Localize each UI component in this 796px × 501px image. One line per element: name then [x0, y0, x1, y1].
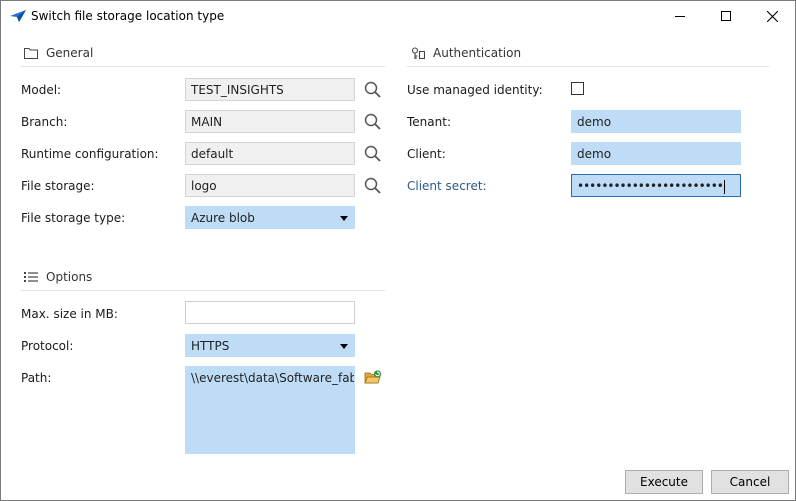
- authentication-heading: Authentication: [433, 46, 522, 60]
- options-section-header: Options: [24, 270, 92, 284]
- browse-folder-icon[interactable]: [364, 369, 382, 385]
- tenant-label: Tenant:: [407, 115, 451, 129]
- protocol-value: HTTPS: [191, 339, 230, 353]
- path-label: Path:: [21, 371, 52, 385]
- execute-button[interactable]: Execute: [625, 470, 703, 494]
- chevron-down-icon: [340, 216, 348, 221]
- branch-label: Branch:: [21, 115, 68, 129]
- path-textarea[interactable]: \\everest\data\Software_fabriek: [185, 366, 355, 454]
- max-size-label: Max. size in MB:: [21, 307, 118, 321]
- minimize-button[interactable]: [657, 1, 703, 31]
- minimize-icon: [675, 16, 685, 17]
- file-storage-type-select[interactable]: Azure blob: [185, 206, 355, 229]
- use-managed-identity-checkbox[interactable]: [571, 82, 584, 95]
- app-logo-icon: [10, 10, 26, 22]
- folder-icon: [24, 47, 38, 59]
- model-search-icon[interactable]: [363, 80, 383, 100]
- authentication-section-header: Authentication: [411, 46, 521, 60]
- key-icon: [411, 46, 425, 60]
- file-storage-label: File storage:: [21, 179, 95, 193]
- runtime-configuration-label: Runtime configuration:: [21, 147, 159, 161]
- model-label: Model:: [21, 83, 62, 97]
- protocol-label: Protocol:: [21, 339, 74, 353]
- options-divider: [21, 290, 385, 291]
- options-heading: Options: [46, 270, 93, 284]
- file-storage-search-icon[interactable]: [363, 176, 383, 196]
- client-field[interactable]: demo: [571, 142, 741, 165]
- file-storage-type-value: Azure blob: [191, 211, 255, 225]
- maximize-icon: [721, 11, 731, 21]
- model-field[interactable]: TEST_INSIGHTS: [185, 78, 355, 101]
- authentication-divider: [407, 66, 769, 67]
- close-icon: [766, 10, 778, 22]
- dialog-window: Switch file storage location type Genera…: [0, 0, 796, 501]
- max-size-input[interactable]: [185, 301, 355, 324]
- file-storage-field[interactable]: logo: [185, 174, 355, 197]
- client-label: Client:: [407, 147, 446, 161]
- cancel-button[interactable]: Cancel: [711, 470, 789, 494]
- title-bar[interactable]: Switch file storage location type: [1, 1, 795, 31]
- runtime-configuration-field[interactable]: default: [185, 142, 355, 165]
- client-secret-label: Client secret:: [407, 179, 487, 193]
- maximize-button[interactable]: [703, 1, 749, 31]
- chevron-down-icon: [340, 344, 348, 349]
- list-icon: [24, 271, 38, 283]
- tenant-field[interactable]: demo: [571, 110, 741, 133]
- window-title: Switch file storage location type: [31, 9, 225, 23]
- runtime-search-icon[interactable]: [363, 144, 383, 164]
- general-heading: General: [46, 46, 94, 60]
- file-storage-type-label: File storage type:: [21, 211, 126, 225]
- general-section-header: General: [24, 46, 93, 60]
- use-managed-identity-label: Use managed identity:: [407, 83, 543, 97]
- client-secret-field[interactable]: ••••••••••••••••••••••••: [571, 174, 741, 197]
- text-caret: [723, 179, 725, 194]
- branch-search-icon[interactable]: [363, 112, 383, 132]
- client-secret-masked-value: ••••••••••••••••••••••••: [577, 179, 724, 193]
- protocol-select[interactable]: HTTPS: [185, 334, 355, 357]
- close-button[interactable]: [749, 1, 795, 31]
- general-divider: [21, 66, 385, 67]
- branch-field[interactable]: MAIN: [185, 110, 355, 133]
